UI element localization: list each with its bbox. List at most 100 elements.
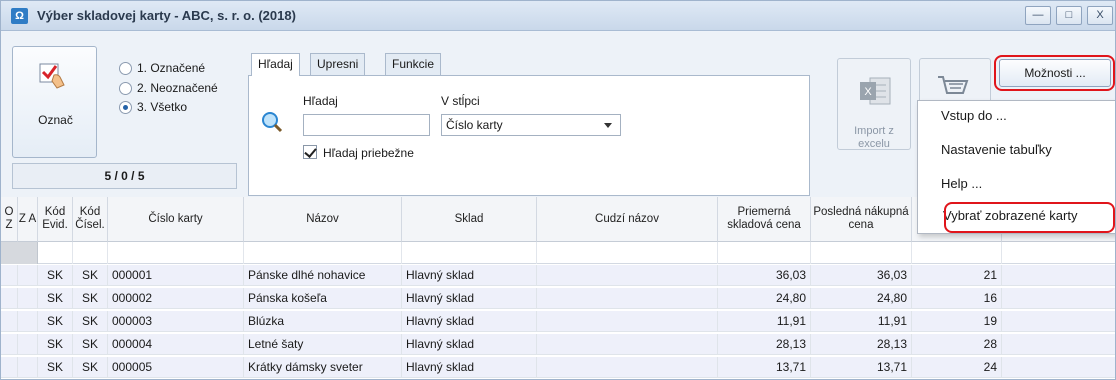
col-header-sklad[interactable]: Sklad bbox=[402, 197, 537, 242]
column-label: V stĺpci bbox=[441, 94, 480, 108]
excel-icon: X bbox=[860, 77, 891, 105]
cell-kod-evid: SK bbox=[38, 288, 73, 309]
col-header-cudzi-nazov[interactable]: Cudzí názov bbox=[537, 197, 718, 242]
moznosti-button[interactable]: Možnosti ... bbox=[999, 59, 1111, 87]
col-header-nazov[interactable]: Názov bbox=[244, 197, 402, 242]
cell-cislo: 000004 bbox=[108, 334, 244, 355]
filter-cell[interactable] bbox=[537, 242, 718, 264]
filter-cell[interactable] bbox=[811, 242, 912, 264]
cell-cudzi bbox=[537, 311, 718, 332]
radio-vsetko[interactable]: 3. Všetko bbox=[119, 98, 187, 116]
cell-marker bbox=[1, 288, 18, 309]
filter-cell[interactable] bbox=[38, 242, 73, 264]
filter-cell[interactable] bbox=[73, 242, 108, 264]
cell-sklad: Hlavný sklad bbox=[402, 357, 537, 378]
cell-marker bbox=[18, 311, 38, 332]
radio-circle[interactable] bbox=[119, 81, 132, 95]
cell-extra: 24 bbox=[912, 357, 1002, 378]
cell-sklad: Hlavný sklad bbox=[402, 288, 537, 309]
cell-nazov: Krátky dámsky sveter bbox=[244, 357, 402, 378]
col-header-za[interactable]: Z A bbox=[18, 197, 38, 242]
cell-kod-cisel: SK bbox=[73, 288, 108, 309]
radio-circle[interactable] bbox=[119, 100, 132, 114]
table-row[interactable]: SK SK 000002 Pánska košeľa Hlavný sklad 24,80… bbox=[1, 288, 1115, 309]
import-excel-button[interactable]: X Import z excelu bbox=[837, 58, 911, 150]
col-header-kod-cisel[interactable]: Kód Čísel. bbox=[73, 197, 108, 242]
search-input[interactable] bbox=[303, 114, 430, 136]
cell-sklad: Hlavný sklad bbox=[402, 265, 537, 286]
incremental-checkbox[interactable] bbox=[303, 145, 317, 159]
cell-extra: 19 bbox=[912, 311, 1002, 332]
table-row[interactable]: SK SK 000004 Letné šaty Hlavný sklad 28,13 28,… bbox=[1, 334, 1115, 355]
cell-cudzi bbox=[537, 265, 718, 286]
maximize-button[interactable]: □ bbox=[1056, 6, 1082, 25]
filter-cell[interactable] bbox=[402, 242, 537, 264]
cell-priemerna: 24,80 bbox=[718, 288, 811, 309]
window-title: Výber skladovej karty - ABC, s. r. o. (2… bbox=[37, 8, 296, 23]
tab-upresni[interactable]: Upresni bbox=[310, 53, 366, 75]
cell-kod-cisel: SK bbox=[73, 311, 108, 332]
column-select[interactable]: Číslo karty bbox=[441, 114, 621, 136]
col-header-priemerna[interactable]: Priemerná skladová cena bbox=[718, 197, 811, 242]
cell-marker bbox=[1, 357, 18, 378]
incremental-label: Hľadaj priebežne bbox=[323, 146, 414, 160]
cell-extra: 16 bbox=[912, 288, 1002, 309]
col-header-posledna[interactable]: Posledná nákupná cena bbox=[811, 197, 912, 242]
filter-cell[interactable] bbox=[108, 242, 244, 264]
cell-marker bbox=[1, 265, 18, 286]
cell-nazov: Letné šaty bbox=[244, 334, 402, 355]
table-row[interactable]: SK SK 000003 Blúzka Hlavný sklad 11,91 11,91 19 bbox=[1, 311, 1115, 332]
cell-nazov: Pánska košeľa bbox=[244, 288, 402, 309]
filter-stub bbox=[1, 242, 38, 264]
filter-cell[interactable] bbox=[912, 242, 1002, 264]
cell-marker bbox=[18, 357, 38, 378]
minimize-button[interactable]: — bbox=[1025, 6, 1051, 25]
cell-kod-evid: SK bbox=[38, 311, 73, 332]
cart-icon bbox=[938, 76, 969, 94]
cell-nazov: Blúzka bbox=[244, 311, 402, 332]
column-select-value: Číslo karty bbox=[446, 118, 503, 132]
cell-cudzi bbox=[537, 288, 718, 309]
menu-item-vstup[interactable]: Vstup do ... bbox=[918, 101, 1115, 131]
check-hand-icon bbox=[39, 63, 65, 89]
menu-item-help[interactable]: Help ... bbox=[918, 169, 1115, 199]
cell-extra: 21 bbox=[912, 265, 1002, 286]
tab-funkcie[interactable]: Funkcie bbox=[385, 53, 442, 75]
cell-marker bbox=[18, 288, 38, 309]
close-button[interactable]: X bbox=[1087, 6, 1113, 25]
options-menu: Vstup do ... Nastavenie tabuľky Help ...… bbox=[917, 100, 1115, 234]
oznac-label: Označ bbox=[38, 113, 73, 127]
cell-marker bbox=[18, 334, 38, 355]
cell-kod-evid: SK bbox=[38, 334, 73, 355]
col-header-kod-evid[interactable]: Kód Evid. bbox=[38, 197, 73, 242]
cell-cudzi bbox=[537, 334, 718, 355]
cell-cislo: 000001 bbox=[108, 265, 244, 286]
radio-neoznacene[interactable]: 2. Neoznačené bbox=[119, 79, 218, 97]
cell-posledna: 24,80 bbox=[811, 288, 912, 309]
search-panel: Hľadaj V stĺpci Číslo karty Hľadaj prieb… bbox=[248, 75, 810, 196]
magnifier-icon bbox=[262, 112, 283, 133]
radio-circle[interactable] bbox=[119, 61, 132, 75]
filter-cell[interactable] bbox=[244, 242, 402, 264]
cell-posledna: 28,13 bbox=[811, 334, 912, 355]
cell-priemerna: 28,13 bbox=[718, 334, 811, 355]
menu-item-nastavenie[interactable]: Nastavenie tabuľky bbox=[918, 135, 1115, 165]
cell-priemerna: 36,03 bbox=[718, 265, 811, 286]
title-bar[interactable]: Ω Výber skladovej karty - ABC, s. r. o. … bbox=[1, 1, 1115, 31]
cell-marker bbox=[18, 265, 38, 286]
dialog-window: Ω Výber skladovej karty - ABC, s. r. o. … bbox=[0, 0, 1116, 380]
col-header-oz[interactable]: O Z bbox=[1, 197, 18, 242]
col-header-cislo-karty[interactable]: Číslo karty bbox=[108, 197, 244, 242]
cell-cislo: 000002 bbox=[108, 288, 244, 309]
filter-cell[interactable] bbox=[718, 242, 811, 264]
radio-oznacene[interactable]: 1. Označené bbox=[119, 59, 205, 77]
import-label: Import z excelu bbox=[854, 125, 894, 150]
chevron-down-icon bbox=[604, 123, 612, 128]
table-row[interactable]: SK SK 000001 Pánske dlhé nohavice Hlavný skl… bbox=[1, 265, 1115, 286]
menu-item-vybrat[interactable]: Vybrať zobrazené karty bbox=[918, 201, 1115, 231]
table-row[interactable]: SK SK 000005 Krátky dámsky sveter Hlavný skl… bbox=[1, 357, 1115, 378]
oznac-button[interactable]: Označ bbox=[12, 46, 97, 158]
cell-kod-cisel: SK bbox=[73, 265, 108, 286]
cell-sklad: Hlavný sklad bbox=[402, 334, 537, 355]
tab-hladaj[interactable]: Hľadaj bbox=[251, 53, 300, 76]
